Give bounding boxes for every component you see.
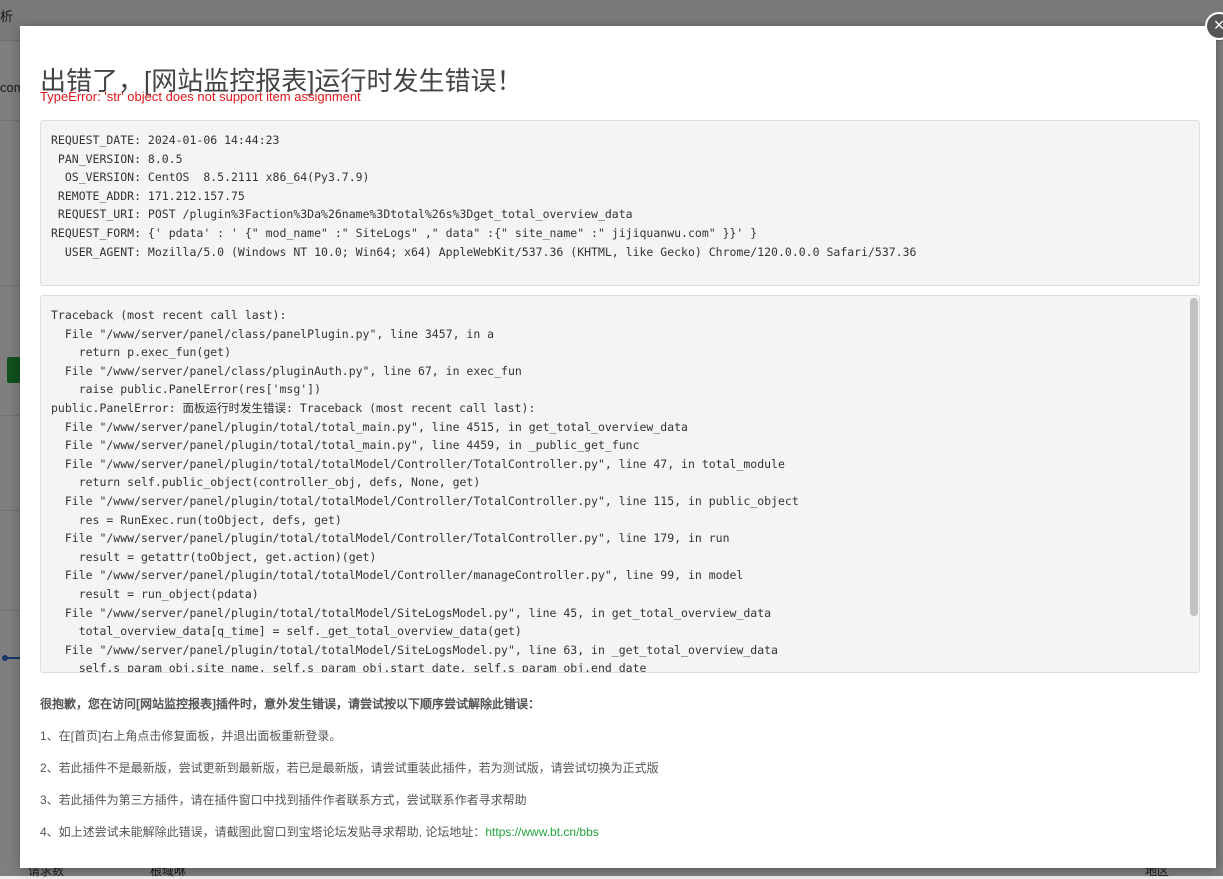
- traceback-scrollbar[interactable]: [1189, 296, 1199, 672]
- forum-link[interactable]: https://www.bt.cn/bbs: [485, 825, 598, 839]
- traceback-text: Traceback (most recent call last): File …: [51, 308, 799, 673]
- request-info-panel: REQUEST_DATE: 2024-01-06 14:44:23 PAN_VE…: [40, 120, 1200, 286]
- help-step-4-text: 4、如上述尝试未能解除此错误，请截图此窗口到宝塔论坛发贴寻求帮助, 论坛地址：: [40, 825, 486, 839]
- help-step-2: 2、若此插件不是最新版，尝试更新到最新版，若已是最新版，请尝试重装此插件，若为测…: [40, 761, 659, 775]
- error-dialog: 出错了，[网站监控报表]运行时发生错误！ TypeError: 'str' ob…: [20, 26, 1216, 868]
- request-info-text: REQUEST_DATE: 2024-01-06 14:44:23 PAN_VE…: [51, 133, 917, 259]
- error-message: TypeError: 'str' object does not support…: [40, 89, 361, 104]
- help-step-4: 4、如上述尝试未能解除此错误，请截图此窗口到宝塔论坛发贴寻求帮助, 论坛地址：h…: [40, 822, 1200, 842]
- help-step-1: 1、在[首页]右上角点击修复面板，并退出面板重新登录。: [40, 729, 342, 743]
- help-heading: 很抱歉，您在访问[网站监控报表]插件时，意外发生错误，请尝试按以下顺序尝试解除此…: [40, 697, 540, 711]
- traceback-panel[interactable]: Traceback (most recent call last): File …: [40, 295, 1200, 673]
- help-section: 很抱歉，您在访问[网站监控报表]插件时，意外发生错误，请尝试按以下顺序尝试解除此…: [40, 694, 1200, 842]
- help-step-3: 3、若此插件为第三方插件，请在插件窗口中找到插件作者联系方式，尝试联系作者寻求帮…: [40, 793, 527, 807]
- traceback-scrollbar-thumb[interactable]: [1190, 298, 1198, 616]
